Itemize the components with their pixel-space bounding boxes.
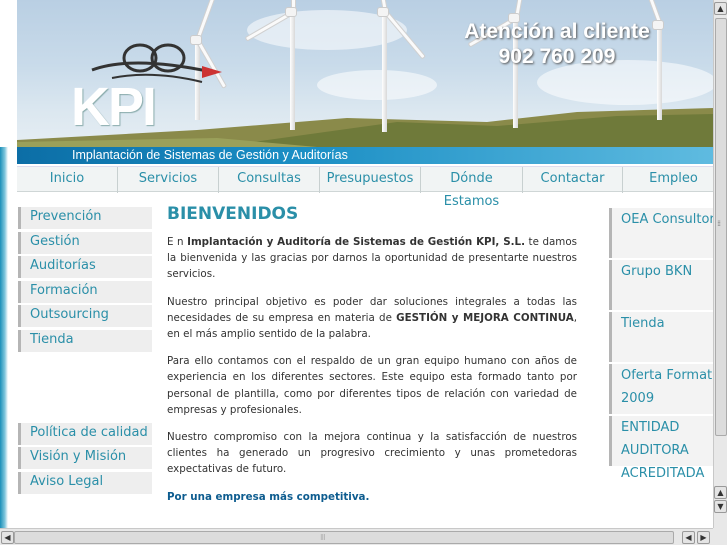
site-subtitle: Implantación de Sistemas de Gestión y Au… (72, 148, 348, 162)
horizontal-scroll-thumb[interactable]: ⁝⁝⁝ (14, 531, 674, 544)
attention-phone: 902 760 209 (498, 45, 616, 68)
right-menu-oferta-formativa[interactable]: Oferta Formativa 2009 (609, 364, 713, 414)
scroll-up-icon[interactable]: ▲ (714, 2, 727, 15)
right-menu-tienda[interactable]: Tienda (609, 312, 713, 362)
vertical-scroll-thumb[interactable]: ⁞⁞ (715, 18, 727, 436)
left-menu-tienda[interactable]: Tienda (18, 330, 152, 352)
right-menu-oea-consultor[interactable]: OEA Consultor (609, 208, 713, 258)
page-viewport: KPI Atención al cliente 902 760 209 Impl… (0, 0, 713, 528)
customer-service-phone: Atención al cliente 902 760 209 (437, 20, 677, 70)
content-paragraph-3: Para ello contamos con el respaldo de un… (167, 355, 577, 416)
hgrip-icon: ⁝⁝⁝ (320, 533, 326, 542)
left-menu-vision-mision[interactable]: Visión y Misión (18, 447, 152, 469)
left-edge-band (0, 0, 17, 528)
attention-label: Atención al cliente (464, 20, 650, 43)
subtitle-bar: Implantación de Sistemas de Gestión y Au… (17, 147, 713, 164)
scroll-up-small-icon[interactable]: ▲ (714, 486, 727, 499)
main-nav: Inicio Servicios Consultas Presupuestos … (17, 166, 713, 209)
right-menu-oferta-line1: Oferta Formativa (621, 368, 713, 383)
horizontal-scrollbar[interactable]: ◀ ⁝⁝⁝ ◀ ▶ (0, 528, 713, 545)
right-menu-entidad-line2: AUDITORA (621, 443, 689, 458)
nav-contactar[interactable]: Contactar (522, 167, 623, 193)
content-paragraph-2: Nuestro principal objetivo es poder dar … (167, 295, 577, 341)
header-banner: KPI Atención al cliente 902 760 209 (17, 0, 713, 147)
scroll-corner (713, 528, 727, 545)
content-paragraph-1: E n Implantación y Auditoría de Sistemas… (167, 236, 577, 281)
scroll-left-small-icon[interactable]: ◀ (682, 531, 695, 544)
content-paragraph-4: Nuestro compromiso con la mejora continu… (167, 431, 577, 476)
right-menu-grupo-bkn[interactable]: Grupo BKN (609, 260, 713, 310)
vertical-scrollbar[interactable]: ▲ ⁞⁞ ▲ ▼ (713, 0, 727, 528)
right-menu-oferta-line2: 2009 (621, 391, 655, 406)
left-menu-politica-calidad[interactable]: Política de calidad (18, 423, 152, 445)
right-menu-entidad-auditora[interactable]: ENTIDAD AUDITORA ACREDITADA (609, 416, 713, 481)
right-menu-tienda-label: Tienda (621, 316, 665, 331)
scroll-left-icon[interactable]: ◀ (1, 531, 14, 544)
scroll-down-icon[interactable]: ▼ (714, 500, 727, 513)
nav-servicios[interactable]: Servicios (118, 167, 219, 193)
page-title: BIENVENIDOS (167, 204, 299, 224)
left-menu-prevencion[interactable]: Prevención (18, 207, 152, 229)
nav-presupuestos[interactable]: Presupuestos (320, 167, 421, 193)
left-menu-outsourcing[interactable]: Outsourcing (18, 305, 152, 327)
left-menu-gestion[interactable]: Gestión (18, 232, 152, 254)
left-menu-formacion[interactable]: Formación (18, 281, 152, 303)
main-content: BIENVENIDOS E n Implantación y Auditoría… (167, 202, 577, 516)
grip-icon: ⁞⁞ (717, 219, 721, 228)
scroll-right-icon[interactable]: ▶ (697, 531, 710, 544)
nav-inicio[interactable]: Inicio (17, 167, 118, 193)
nav-consultas[interactable]: Consultas (219, 167, 320, 193)
slogan: Por una empresa más competitiva. (167, 490, 370, 503)
left-menu-aviso-legal[interactable]: Aviso Legal (18, 472, 152, 494)
nav-empleo[interactable]: Empleo (623, 167, 713, 193)
left-menu-auditorias[interactable]: Auditorías (18, 256, 152, 278)
kpi-logo-text: KPI (71, 77, 157, 137)
right-menu-entidad-line3: ACREDITADA (621, 466, 705, 481)
right-menu-entidad-line1: ENTIDAD (621, 420, 680, 435)
right-menu-bkn-label: Grupo BKN (621, 264, 693, 279)
right-menu-oea-label: OEA Consultor (621, 212, 713, 227)
